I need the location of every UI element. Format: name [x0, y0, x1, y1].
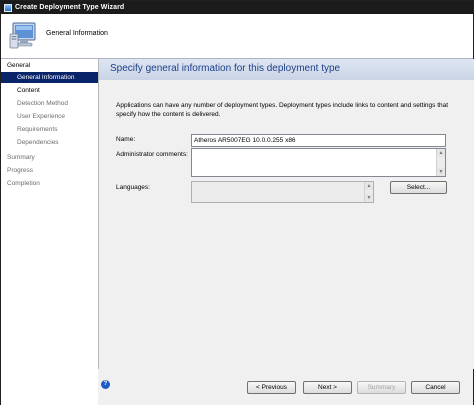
- admin-comments-scrollbar[interactable]: ▲ ▼: [436, 149, 445, 176]
- window-title: Create Deployment Type Wizard: [15, 4, 125, 11]
- select-languages-button[interactable]: Select...: [390, 181, 447, 194]
- previous-button[interactable]: < Previous: [247, 381, 296, 394]
- nav-item-general-information[interactable]: General Information: [1, 72, 98, 83]
- header-page-label: General Information: [46, 30, 108, 37]
- computer-wizard-icon: [9, 22, 36, 49]
- nav-item-requirements[interactable]: Requirements: [17, 124, 57, 135]
- scroll-down-icon: ▼: [365, 194, 373, 202]
- nav-item-detection-method[interactable]: Detection Method: [17, 98, 68, 109]
- description-text: Applications can have any number of depl…: [116, 102, 449, 118]
- name-input[interactable]: Atheros AR5007EG 10.0.0.255 x86: [191, 134, 446, 147]
- title-band: Specify general information for this dep…: [99, 59, 474, 80]
- wizard-header: General Information: [1, 14, 473, 59]
- nav-item-general[interactable]: General: [7, 60, 30, 71]
- wizard-nav: General General Information Content Dete…: [1, 59, 98, 405]
- cancel-button[interactable]: Cancel: [411, 381, 460, 394]
- languages-label: Languages:: [116, 184, 150, 191]
- main-panel: Specify general information for this dep…: [98, 59, 474, 369]
- name-label: Name:: [116, 136, 136, 143]
- summary-button: Summary: [357, 381, 406, 394]
- admin-comments-label: Administrator comments:: [116, 151, 188, 158]
- scroll-up-icon: ▲: [365, 182, 373, 190]
- wizard-footer: ? < Previous Next > Summary Cancel: [98, 369, 473, 405]
- admin-comments-input[interactable]: ▲ ▼: [191, 148, 446, 177]
- nav-item-content[interactable]: Content: [17, 85, 40, 96]
- languages-list: ▲ ▼: [191, 181, 374, 203]
- nav-item-completion[interactable]: Completion: [7, 178, 40, 189]
- nav-item-dependencies[interactable]: Dependencies: [17, 137, 59, 148]
- app-icon: [4, 3, 12, 12]
- title-bar[interactable]: Create Deployment Type Wizard: [1, 1, 473, 14]
- languages-scrollbar: ▲ ▼: [364, 182, 373, 202]
- nav-item-progress[interactable]: Progress: [7, 165, 33, 176]
- wizard-window: Create Deployment Type Wizard General In…: [0, 0, 474, 405]
- scroll-down-icon[interactable]: ▼: [437, 168, 445, 176]
- page-title: Specify general information for this dep…: [110, 63, 341, 74]
- nav-item-summary[interactable]: Summary: [7, 152, 35, 163]
- scroll-up-icon[interactable]: ▲: [437, 149, 445, 157]
- help-icon[interactable]: ?: [101, 380, 110, 389]
- next-button[interactable]: Next >: [303, 381, 352, 394]
- nav-item-user-experience[interactable]: User Experience: [17, 111, 65, 122]
